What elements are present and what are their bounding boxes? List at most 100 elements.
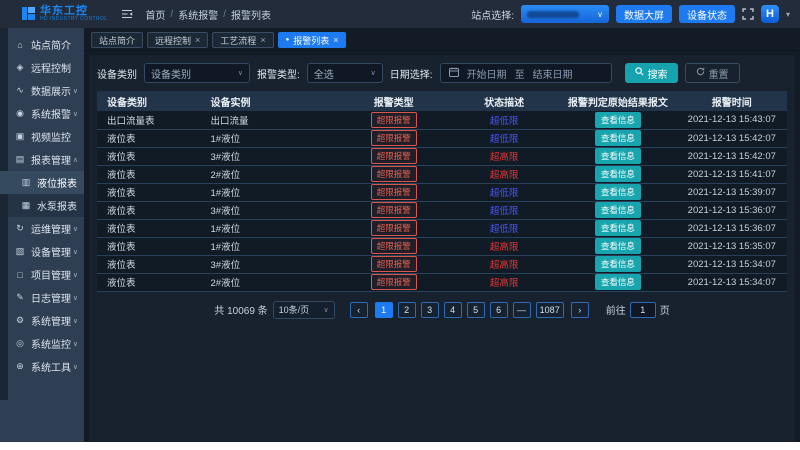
- device-type-label: 设备类别: [97, 66, 137, 81]
- status-text: 超低限: [490, 224, 519, 235]
- sidebar-item-log-manage[interactable]: ✎ 日志管理 ∨: [0, 286, 84, 309]
- view-info-button[interactable]: 查看信息: [595, 166, 641, 182]
- device-status-button[interactable]: 设备状态: [679, 5, 735, 23]
- sidebar-item-data-display[interactable]: ∿ 数据展示 ∨: [0, 79, 84, 102]
- sidebar-item-project-manage[interactable]: □ 项目管理 ∨: [0, 263, 84, 286]
- page-button-4[interactable]: 4: [444, 302, 462, 318]
- fullscreen-icon[interactable]: [742, 8, 754, 20]
- sidebar-item-level-report[interactable]: ▥ 液位报表: [0, 171, 84, 194]
- alarm-type-badge: 超限报警: [371, 148, 417, 164]
- sidebar-item-system-manage[interactable]: ⚙ 系统管理 ∨: [0, 309, 84, 332]
- topbar-right: 站点选择: ∨ 数据大屏 设备状态 H ▾: [471, 5, 790, 23]
- device-type-cell: 液位表: [97, 219, 201, 237]
- sidebar-item-pump-report[interactable]: ▦ 水泵报表: [0, 194, 84, 217]
- alarm-time: 2021-12-13 15:35:07: [677, 237, 787, 255]
- view-info-button[interactable]: 查看信息: [595, 184, 641, 200]
- view-info-button[interactable]: 查看信息: [595, 112, 641, 128]
- device-type-select[interactable]: 设备类别 ∨: [144, 63, 250, 83]
- breadcrumb-home[interactable]: 首页: [145, 7, 165, 22]
- device-instance-cell: 2#液位: [201, 165, 339, 183]
- date-range-input[interactable]: 开始日期 至 结束日期: [440, 63, 612, 83]
- log-icon: ✎: [15, 292, 25, 303]
- status-text: 超高限: [490, 260, 519, 271]
- close-icon[interactable]: ×: [195, 35, 200, 45]
- view-info-button[interactable]: 查看信息: [595, 148, 641, 164]
- reset-button[interactable]: 重置: [685, 63, 740, 83]
- next-page-button[interactable]: ›: [571, 302, 589, 318]
- sidebar-item-system-monitor[interactable]: ◎ 系统监控 ∨: [0, 332, 84, 355]
- report-icon: ▤: [15, 154, 25, 165]
- breadcrumb-system-alarm[interactable]: 系统报警: [178, 7, 218, 22]
- device-icon: ▧: [15, 246, 25, 257]
- goto-page: 前往 页: [606, 302, 670, 318]
- sidebar-item-system-tools[interactable]: ⊕ 系统工具 ∨: [0, 355, 84, 378]
- device-instance-cell: 出口流量: [201, 111, 339, 129]
- page-ellipsis-button[interactable]: —: [513, 302, 531, 318]
- goto-label: 前往: [606, 302, 626, 317]
- page-button-2[interactable]: 2: [398, 302, 416, 318]
- collapse-sidebar-icon[interactable]: [121, 9, 133, 19]
- device-instance-cell: 1#液位: [201, 219, 339, 237]
- view-info-button[interactable]: 查看信息: [595, 238, 641, 254]
- view-info-button[interactable]: 查看信息: [595, 274, 641, 290]
- page-button-1[interactable]: 1: [375, 302, 393, 318]
- goto-unit-label: 页: [660, 302, 670, 317]
- site-select-value-redacted: [527, 11, 579, 18]
- device-type-cell: 液位表: [97, 273, 201, 291]
- device-instance-cell: 1#液位: [201, 237, 339, 255]
- prev-page-button[interactable]: ‹: [350, 302, 368, 318]
- data-display-icon: ∿: [15, 85, 25, 96]
- view-info-button[interactable]: 查看信息: [595, 220, 641, 236]
- user-avatar[interactable]: H: [761, 5, 779, 23]
- chevron-down-icon: ∨: [73, 248, 78, 256]
- site-select-dropdown[interactable]: ∨: [521, 5, 609, 23]
- status-text: 超低限: [490, 116, 519, 127]
- date-range-label: 日期选择:: [390, 66, 433, 81]
- table-row: 出口流量表 出口流量 超限报警 超低限 查看信息 2021-12-13 15:4…: [97, 111, 787, 129]
- col-raw-message: 报警判定原始结果报文: [559, 91, 676, 111]
- sidebar-item-remote-control[interactable]: ◈ 远程控制: [0, 56, 84, 79]
- alarm-type-badge: 超限报警: [371, 256, 417, 272]
- content-area: 站点简介 远程控制 × 工艺流程 × ● 报警列表 ×: [84, 28, 800, 442]
- alarm-type-select[interactable]: 全选 ∨: [307, 63, 383, 83]
- page-size-select[interactable]: 10条/页 ∨: [273, 301, 335, 319]
- table-row: 液位表 3#液位 超限报警 超高限 查看信息 2021-12-13 15:34:…: [97, 255, 787, 273]
- view-info-button[interactable]: 查看信息: [595, 202, 641, 218]
- view-info-button[interactable]: 查看信息: [595, 256, 641, 272]
- remote-control-icon: ◈: [15, 62, 25, 73]
- sidebar-item-device-manage[interactable]: ▧ 设备管理 ∨: [0, 240, 84, 263]
- alarm-time: 2021-12-13 15:39:07: [677, 183, 787, 201]
- avatar-caret-down-icon[interactable]: ▾: [786, 10, 790, 19]
- tab-site-intro[interactable]: 站点简介: [91, 32, 143, 48]
- sidebar-item-ops-manage[interactable]: ↻ 运维管理 ∨: [0, 217, 84, 240]
- monitor-icon: ◎: [15, 338, 25, 349]
- chevron-down-icon: ∨: [73, 363, 78, 371]
- page-button-6[interactable]: 6: [490, 302, 508, 318]
- table-row: 液位表 1#液位 超限报警 超低限 查看信息 2021-12-13 15:42:…: [97, 129, 787, 147]
- sidebar-item-report-manage[interactable]: ▤ 报表管理 ∧: [0, 148, 84, 171]
- sidebar-item-video-monitor[interactable]: ▣ 视频监控: [0, 125, 84, 148]
- table-row: 液位表 3#液位 超限报警 超低限 查看信息 2021-12-13 15:36:…: [97, 201, 787, 219]
- sidebar-item-system-alarm[interactable]: ◉ 系统报警 ∨: [0, 102, 84, 125]
- tab-remote-control[interactable]: 远程控制 ×: [147, 32, 208, 48]
- big-screen-button[interactable]: 数据大屏: [616, 5, 672, 23]
- device-instance-cell: 3#液位: [201, 201, 339, 219]
- alarm-type-badge: 超限报警: [371, 238, 417, 254]
- chevron-down-icon: ∨: [73, 87, 78, 95]
- page-button-3[interactable]: 3: [421, 302, 439, 318]
- alarm-table: 设备类别 设备实例 报警类型 状态描述 报警判定原始结果报文 报警时间 出口流量…: [97, 91, 787, 292]
- close-icon[interactable]: ×: [260, 35, 265, 45]
- filter-bar: 设备类别 设备类别 ∨ 报警类型: 全选 ∨ 日期选择:: [97, 60, 787, 86]
- page-button-5[interactable]: 5: [467, 302, 485, 318]
- sidebar-submenu: ▥ 液位报表 ▦ 水泵报表: [0, 171, 84, 217]
- tab-alarm-list[interactable]: ● 报警列表 ×: [278, 32, 347, 48]
- goto-page-input[interactable]: [630, 302, 656, 318]
- search-button[interactable]: 搜索: [625, 63, 678, 83]
- alarm-type-badge: 超限报警: [371, 220, 417, 236]
- view-info-button[interactable]: 查看信息: [595, 130, 641, 146]
- device-type-cell: 液位表: [97, 129, 201, 147]
- page-button-last[interactable]: 1087: [536, 302, 564, 318]
- tab-process-flow[interactable]: 工艺流程 ×: [212, 32, 273, 48]
- sidebar-item-site-intro[interactable]: ⌂ 站点简介: [0, 33, 84, 56]
- close-icon[interactable]: ×: [333, 35, 338, 45]
